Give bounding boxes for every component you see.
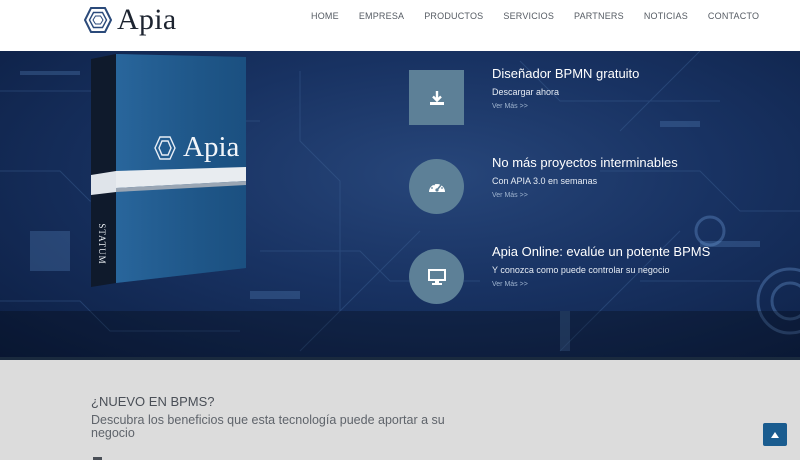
product-box-brand: Apia (183, 131, 240, 163)
feature-title-3[interactable]: Apia Online: evalúe un potente BPMS (492, 244, 710, 259)
intro-section: ¿NUEVO EN BPMS? Descubra los beneficios … (0, 360, 800, 460)
brand-name: Apia (117, 3, 177, 36)
feature-more-link-1[interactable]: Ver Más >> (492, 103, 528, 110)
hexagon-logo-icon (84, 7, 112, 33)
monitor-icon (427, 268, 446, 285)
feature-subtitle-1[interactable]: Descargar ahora (492, 87, 559, 97)
scroll-to-top-button[interactable] (763, 423, 787, 446)
feature-subtitle-3[interactable]: Y conozca como puede controlar su negoci… (492, 265, 669, 275)
product-box-spine-label: STATUM (97, 223, 107, 265)
feature-title-1[interactable]: Diseñador BPMN gratuito (492, 66, 639, 81)
feature-more-link-3[interactable]: Ver Más >> (492, 281, 528, 288)
product-box-image (91, 54, 246, 287)
chevron-up-icon (771, 431, 779, 438)
hero-banner: Apia STATUM (0, 51, 800, 359)
feature-download-button[interactable] (409, 70, 464, 125)
nav-item-servicios[interactable]: SERVICIOS (503, 11, 554, 21)
site-logo[interactable]: Apia (84, 2, 177, 38)
nav-item-partners[interactable]: PARTNERS (574, 11, 624, 21)
feature-online-button[interactable] (409, 249, 464, 304)
feature-subtitle-2[interactable]: Con APIA 3.0 en semanas (492, 176, 597, 186)
nav-item-empresa[interactable]: EMPRESA (359, 11, 404, 21)
nav-item-productos[interactable]: PRODUCTOS (424, 11, 483, 21)
nav-item-noticias[interactable]: NOTICIAS (644, 11, 688, 21)
intro-title: ¿NUEVO EN BPMS? (91, 394, 215, 409)
download-icon (429, 90, 444, 105)
nav-item-home[interactable]: HOME (311, 11, 339, 21)
intro-text: Descubra los beneficios que esta tecnolo… (91, 413, 445, 440)
feature-more-link-2[interactable]: Ver Más >> (492, 192, 528, 199)
nav-item-contacto[interactable]: CONTACTO (708, 11, 759, 21)
feature-speed-button[interactable] (409, 159, 464, 214)
main-nav: HOME EMPRESA PRODUCTOS SERVICIOS PARTNER… (311, 11, 779, 21)
speedometer-icon (428, 181, 445, 192)
site-header: Apia HOME EMPRESA PRODUCTOS SERVICIOS PA… (0, 0, 800, 51)
feature-title-2[interactable]: No más proyectos interminables (492, 155, 678, 170)
